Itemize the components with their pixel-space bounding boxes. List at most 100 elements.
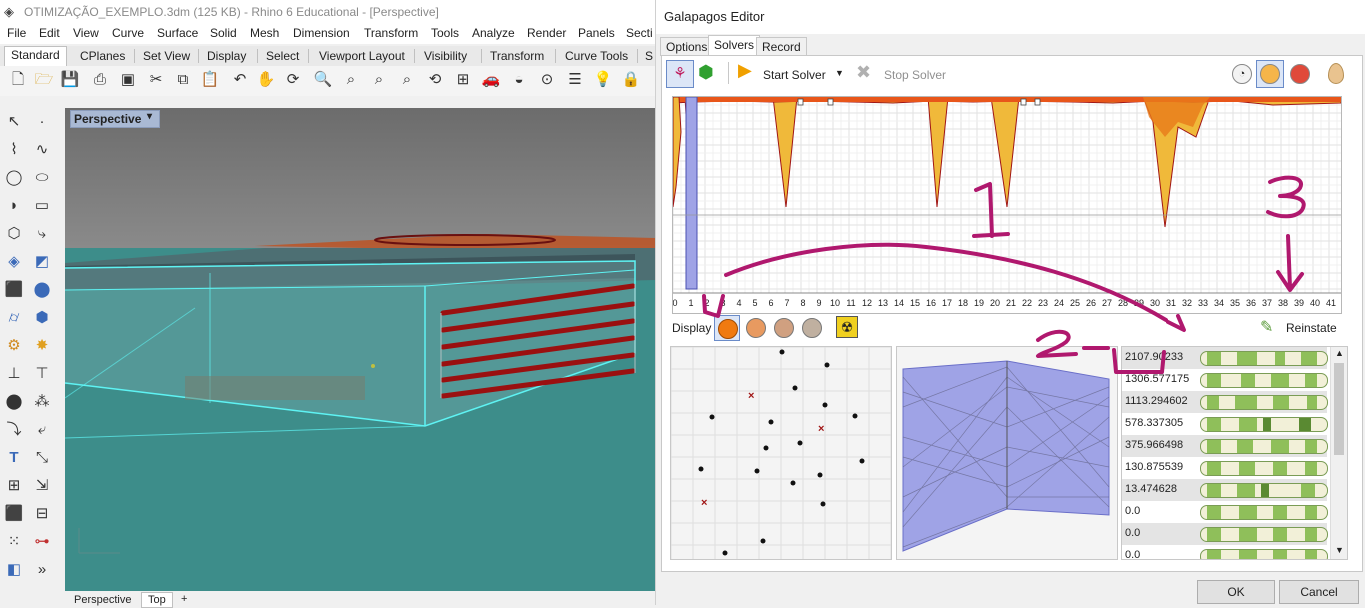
ok-button[interactable]: OK	[1197, 580, 1275, 604]
genome-row[interactable]: 578.337305	[1122, 413, 1328, 435]
ruler-icon[interactable]: ⊟	[32, 504, 52, 524]
genome-row[interactable]: 0.0	[1122, 523, 1328, 545]
scroll-up-icon[interactable]: ▲	[1335, 348, 1344, 358]
gear-icon[interactable]: ⚙	[4, 336, 24, 356]
offset-icon[interactable]: ⤶	[32, 420, 52, 440]
viewport-menu-chevron-icon[interactable]: ▾	[147, 111, 152, 122]
render-box-icon[interactable]: ⬛	[4, 504, 24, 524]
genome-row[interactable]: 2107.90233	[1122, 347, 1328, 369]
genome-row[interactable]: 13.474628	[1122, 479, 1328, 501]
menu-file[interactable]: File	[7, 26, 26, 40]
menu-curve[interactable]: Curve	[112, 26, 144, 40]
new-file-icon[interactable]: 🗋	[8, 70, 28, 90]
add-viewport-tab-icon[interactable]: +	[181, 593, 187, 605]
surface-icon[interactable]: ◈	[4, 252, 24, 272]
tab-visibility[interactable]: Visibility	[424, 49, 467, 63]
parallel-coordinates-panel[interactable]	[896, 346, 1118, 560]
display-mode-1-icon[interactable]	[714, 315, 740, 341]
light-bulb-icon[interactable]: 💡	[593, 70, 613, 90]
tab-display[interactable]: Display	[207, 49, 246, 63]
menu-solid[interactable]: Solid	[210, 26, 237, 40]
circle-icon[interactable]: ◯	[4, 168, 24, 188]
display-mode-3-icon[interactable]	[774, 318, 794, 338]
tab-transform[interactable]: Transform	[490, 49, 544, 63]
tab-select[interactable]: Select	[266, 49, 299, 63]
save-icon[interactable]: 💾	[60, 70, 80, 90]
tab-options[interactable]: Options	[660, 37, 714, 56]
menu-section[interactable]: Secti	[626, 26, 653, 40]
open-folder-icon[interactable]: 🗁	[34, 70, 54, 90]
menu-surface[interactable]: Surface	[157, 26, 198, 40]
rotate-view-icon[interactable]: ⟳	[283, 70, 303, 90]
tab-s[interactable]: S	[645, 49, 653, 63]
tab-standard[interactable]: Standard	[4, 46, 67, 67]
paste-icon[interactable]: 📋	[200, 70, 220, 90]
more-chevron-icon[interactable]: »	[32, 560, 52, 580]
pan-hand-icon[interactable]: ✋	[256, 70, 276, 90]
grid-icon[interactable]: ⊞	[453, 70, 473, 90]
viewport-title-tab[interactable]: Perspective ▾	[70, 110, 160, 128]
genome-row[interactable]: 1306.577175	[1122, 369, 1328, 391]
stop-solver-icon[interactable]: ✖	[856, 62, 871, 83]
layer-icon[interactable]: ☰	[565, 70, 585, 90]
rotate-icon[interactable]: ⟲	[425, 70, 445, 90]
genome-list-panel[interactable]: 2107.90233 1306.577175 1113.294602 578.3…	[1121, 346, 1348, 560]
tab-solvers[interactable]: Solvers	[708, 35, 761, 56]
box-icon[interactable]: ⬛	[4, 280, 24, 300]
undo-icon[interactable]: ↶	[230, 70, 250, 90]
genome-row[interactable]: 0.0	[1122, 501, 1328, 523]
cplane-icon[interactable]: ⊙	[537, 70, 557, 90]
population-scatter-panel[interactable]: × × ×	[670, 346, 892, 568]
mesh-icon[interactable]: ⬢	[32, 308, 52, 328]
car-icon[interactable]: 🚗	[481, 70, 501, 90]
evolutionary-solver-icon[interactable]: ⚘	[666, 60, 694, 88]
trim-icon[interactable]: ⊥	[4, 364, 24, 384]
arc-icon[interactable]: ◗	[4, 196, 24, 216]
cylinder-icon[interactable]: ⌭	[4, 308, 24, 328]
array-icon[interactable]: ⊞	[4, 476, 24, 496]
fillet-icon[interactable]: ⤷	[32, 224, 52, 244]
genome-row[interactable]: 130.875539	[1122, 457, 1328, 479]
menu-panels[interactable]: Panels	[578, 26, 615, 40]
cut-icon[interactable]: ✂	[146, 70, 166, 90]
print-icon[interactable]: ⎙	[90, 70, 110, 90]
text-icon[interactable]: T	[4, 448, 24, 468]
viewport-tab-top[interactable]: Top	[141, 592, 173, 608]
zoom-icon[interactable]: 🔍	[313, 70, 333, 90]
menu-tools[interactable]: Tools	[431, 26, 459, 40]
dots-grid-icon[interactable]: ⁙	[4, 532, 24, 552]
polyline-icon[interactable]: ⌇	[4, 140, 24, 160]
start-solver-icon[interactable]: ▶	[738, 60, 752, 81]
menu-view[interactable]: View	[73, 26, 99, 40]
start-solver-dropdown-icon[interactable]: ▼	[835, 68, 844, 78]
curve-icon[interactable]: ∿	[32, 140, 52, 160]
cancel-button[interactable]: Cancel	[1279, 580, 1359, 604]
genome-row[interactable]: 375.966498	[1122, 435, 1328, 457]
extrude-icon[interactable]: ◩	[32, 252, 52, 272]
perspective-viewport[interactable]	[65, 108, 655, 591]
menu-analyze[interactable]: Analyze	[472, 26, 515, 40]
speed-medium-gauge-icon[interactable]	[1256, 60, 1284, 88]
menu-edit[interactable]: Edit	[39, 26, 60, 40]
scale-icon[interactable]: ⤡	[32, 448, 52, 468]
tab-record[interactable]: Record	[756, 37, 807, 56]
zoom-extents-icon[interactable]: ⌕	[369, 70, 389, 90]
dimension-icon[interactable]: ⇲	[32, 476, 52, 496]
menu-dimension[interactable]: Dimension	[293, 26, 350, 40]
properties-icon[interactable]: ▣	[118, 70, 138, 90]
lock-icon[interactable]: 🔒	[621, 70, 641, 90]
tab-cplanes[interactable]: CPlanes	[80, 49, 125, 63]
display-mode-2-icon[interactable]	[746, 318, 766, 338]
select-arrow-icon[interactable]: ↖	[4, 112, 24, 132]
reinstate-icon[interactable]: ✎	[1260, 317, 1273, 337]
point-icon[interactable]: ·	[32, 112, 52, 132]
copy-icon[interactable]: ⧉	[173, 70, 193, 90]
tab-viewport-layout[interactable]: Viewport Layout	[319, 49, 405, 63]
ellipse-icon[interactable]: ⬭	[32, 168, 52, 188]
explode-icon[interactable]: ✸	[32, 336, 52, 356]
genome-row[interactable]: 0.0	[1122, 545, 1328, 559]
stop-solver-button[interactable]: Stop Solver	[884, 68, 946, 82]
join-icon[interactable]: ⤵	[4, 420, 24, 440]
start-solver-button[interactable]: Start Solver	[763, 68, 826, 82]
layout-icon[interactable]: ◧	[4, 560, 24, 580]
